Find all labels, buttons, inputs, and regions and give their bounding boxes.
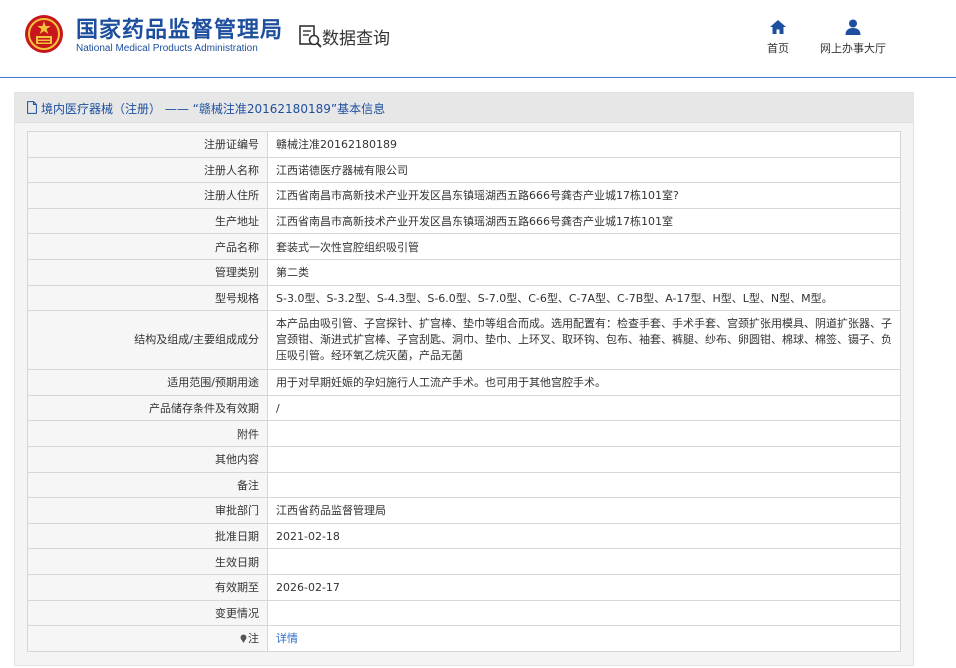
data-query-label[interactable]: 数据查询	[322, 24, 390, 49]
table-row: 注册证编号 赣械注准20162180189	[27, 131, 901, 158]
table-row: 其他内容	[27, 445, 901, 473]
row-label-note: 注	[27, 625, 268, 652]
row-value: 江西诺德医疗器械有限公司	[267, 156, 901, 184]
national-emblem-icon	[25, 15, 63, 53]
row-label: 结构及组成/主要组成成分	[27, 310, 268, 371]
row-value: 赣械注准20162180189	[267, 131, 901, 158]
row-label: 批准日期	[27, 522, 268, 550]
table-row: 注册人住所 江西省南昌市高新技术产业开发区昌东镇瑶湖西五路666号龚杏产业城17栋…	[27, 182, 901, 209]
panel-title-category: 境内医疗器械（注册）	[41, 102, 162, 116]
nav-online-hall-label: 网上办事大厅	[820, 42, 886, 55]
row-label: 注册人住所	[27, 182, 268, 209]
row-label-text: 注	[248, 632, 259, 646]
table-row: 注 详情	[27, 625, 901, 652]
table-row: 生产地址 江西省南昌市高新技术产业开发区昌东镇瑶湖西五路666号龚杏产业城17栋1…	[27, 207, 901, 235]
site-title: 国家药品监督管理局	[76, 18, 284, 43]
panel-title-suffix: “赣械注准20162180189”基本信息	[192, 102, 386, 116]
table-row: 管理类别 第二类	[27, 258, 901, 286]
table-row: 备注	[27, 471, 901, 499]
row-value	[267, 471, 901, 499]
table-row: 审批部门 江西省药品监督管理局	[27, 497, 901, 524]
row-label: 生产地址	[27, 207, 268, 235]
data-query-icon	[299, 25, 322, 48]
row-value: /	[267, 394, 901, 422]
table-row: 产品储存条件及有效期 /	[27, 394, 901, 422]
row-label: 型号规格	[27, 284, 268, 312]
detail-panel: 境内医疗器械（注册） —— “赣械注准20162180189”基本信息 注册证编…	[14, 92, 914, 666]
info-table: 注册证编号 赣械注准20162180189 注册人名称 江西诺德医疗器械有限公司 注…	[27, 131, 901, 652]
site-subtitle: National Medical Products Administration	[76, 43, 258, 54]
table-row: 型号规格 S-3.0型、S-3.2型、S-4.3型、S-6.0型、S-7.0型、C…	[27, 284, 901, 312]
row-label: 注册证编号	[27, 131, 268, 158]
user-icon	[845, 19, 861, 35]
row-label: 有效期至	[27, 573, 268, 601]
home-icon	[770, 20, 786, 34]
pin-icon	[240, 634, 247, 644]
row-value: 2026-02-17	[267, 573, 901, 601]
row-label: 管理类别	[27, 258, 268, 286]
row-label: 附件	[27, 420, 268, 447]
table-row: 批准日期 2021-02-18	[27, 522, 901, 550]
panel-title: 境内医疗器械（注册） —— “赣械注准20162180189”基本信息	[41, 100, 385, 117]
row-value	[267, 548, 901, 575]
table-row: 产品名称 套装式一次性宫腔组织吸引管	[27, 233, 901, 260]
row-value: 套装式一次性宫腔组织吸引管	[267, 233, 901, 260]
row-label: 备注	[27, 471, 268, 499]
row-label: 其他内容	[27, 445, 268, 473]
table-row: 变更情况	[27, 599, 901, 627]
row-label: 生效日期	[27, 548, 268, 575]
row-label: 产品名称	[27, 233, 268, 260]
site-header: 国家药品监督管理局 National Medical Products Admi…	[0, 0, 956, 78]
row-value	[267, 420, 901, 447]
info-table-wrapper: 注册证编号 赣械注准20162180189 注册人名称 江西诺德医疗器械有限公司 注…	[27, 131, 901, 652]
table-row: 有效期至 2026-02-17	[27, 573, 901, 601]
row-value: 江西省药品监督管理局	[267, 497, 901, 524]
row-value: 本产品由吸引管、子宫探针、扩宫棒、垫巾等组合而成。选用配置有：检查手套、手术手套…	[267, 310, 901, 371]
details-link[interactable]: 详情	[276, 632, 298, 645]
row-value: 2021-02-18	[267, 522, 901, 550]
row-label: 变更情况	[27, 599, 268, 627]
row-value: 江西省南昌市高新技术产业开发区昌东镇瑶湖西五路666号龚杏产业城17栋101室?	[267, 182, 901, 209]
document-icon	[27, 101, 37, 114]
table-row: 生效日期	[27, 548, 901, 575]
nav-home[interactable]: 首页	[760, 18, 796, 56]
table-row: 附件	[27, 420, 901, 447]
row-value	[267, 599, 901, 627]
row-value: 江西省南昌市高新技术产业开发区昌东镇瑶湖西五路666号龚杏产业城17栋101室	[267, 207, 901, 235]
panel-title-separator: ——	[161, 102, 193, 116]
row-label: 产品储存条件及有效期	[27, 394, 268, 422]
row-value: S-3.0型、S-3.2型、S-4.3型、S-6.0型、S-7.0型、C-6型、…	[267, 284, 901, 312]
row-value: 用于对早期妊娠的孕妇施行人工流产手术。也可用于其他宫腔手术。	[267, 369, 901, 396]
table-row: 结构及组成/主要组成成分 本产品由吸引管、子宫探针、扩宫棒、垫巾等组合而成。选用配…	[27, 310, 901, 371]
row-value-note: 详情	[267, 625, 901, 652]
row-label: 注册人名称	[27, 156, 268, 184]
panel-title-bar: 境内医疗器械（注册） —— “赣械注准20162180189”基本信息	[15, 93, 913, 123]
table-row: 注册人名称 江西诺德医疗器械有限公司	[27, 156, 901, 184]
nav-home-label: 首页	[767, 42, 789, 55]
row-value: 第二类	[267, 258, 901, 286]
header-divider	[0, 77, 956, 78]
nav-online-hall[interactable]: 网上办事大厅	[815, 18, 891, 56]
row-label: 适用范围/预期用途	[27, 369, 268, 396]
table-row: 适用范围/预期用途 用于对早期妊娠的孕妇施行人工流产手术。也可用于其他宫腔手术。	[27, 369, 901, 396]
row-label: 审批部门	[27, 497, 268, 524]
row-value	[267, 445, 901, 473]
